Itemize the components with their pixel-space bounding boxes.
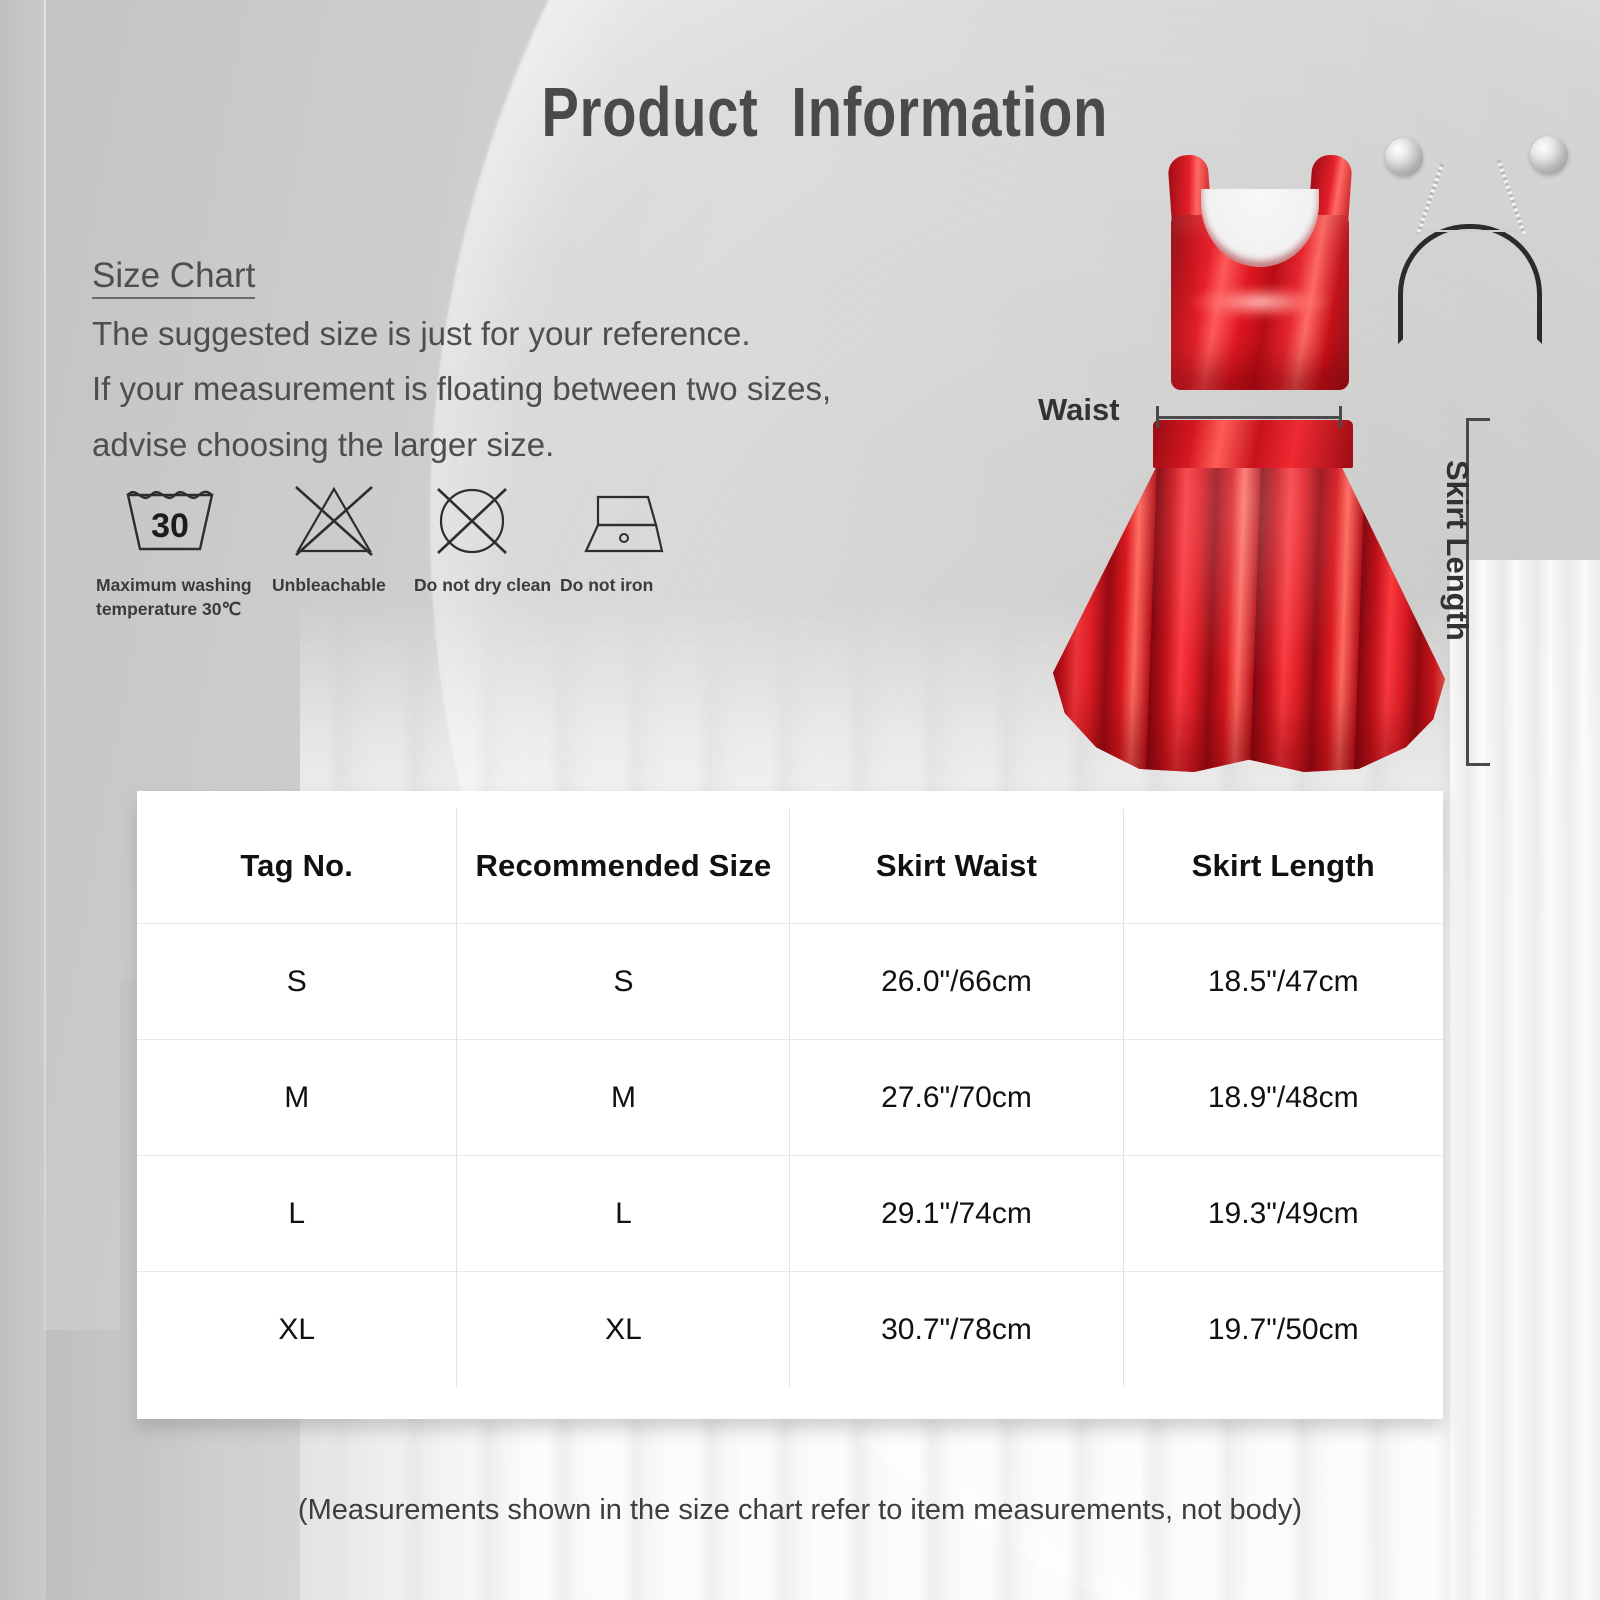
footer-note: (Measurements shown in the size chart re… (297, 1494, 1303, 1526)
headband-spring-right (1496, 159, 1526, 235)
waist-measure-bracket (1156, 406, 1342, 428)
care-instructions-row: 30 Maximum washing temperature 30℃ Unble… (96, 480, 680, 621)
care-item-bleach: Unbleachable (272, 480, 414, 598)
column-header-skirt-waist: Skirt Waist (789, 809, 1124, 924)
table-row: L L 29.1"/74cm 19.3"/49cm (137, 1155, 1443, 1272)
care-label-bleach: Unbleachable (272, 575, 386, 595)
care-label-dry-clean: Do not dry clean (414, 575, 552, 595)
headband-pearl-left (1385, 138, 1423, 176)
no-iron-icon (560, 480, 680, 562)
no-bleach-triangle-icon (272, 480, 414, 562)
wash-tub-30-icon: 30 (96, 480, 272, 562)
cell-skirt-waist: 29.1"/74cm (789, 1155, 1124, 1272)
size-chart-heading: Size Chart (92, 258, 256, 299)
cell-tag-no: M (137, 1039, 458, 1156)
care-label-iron: Do not iron (560, 575, 654, 595)
care-item-iron: Do not iron (560, 480, 680, 598)
cell-skirt-waist: 30.7"/78cm (789, 1271, 1124, 1387)
cell-skirt-waist: 26.0"/66cm (789, 923, 1124, 1040)
size-chart-note-line-3: advise choosing the larger size. (92, 425, 555, 463)
background-seam-line (44, 0, 46, 1600)
cell-recommended-size: M (456, 1039, 791, 1156)
size-chart-table-container: Tag No. Recommended Size Skirt Waist Ski… (137, 791, 1443, 1419)
size-chart-note-line-1: The suggested size is just for your refe… (92, 315, 751, 352)
headband-arc (1398, 224, 1542, 344)
waist-measure-label: Waist (1038, 392, 1120, 427)
column-header-recommended-size: Recommended Size (456, 809, 791, 924)
skirt-highlight (1053, 462, 1445, 772)
column-header-tag-no: Tag No. (137, 809, 458, 924)
cell-recommended-size: S (456, 923, 791, 1040)
skirt-length-measure-label: Skirt Length (1440, 460, 1475, 641)
cell-recommended-size: XL (456, 1271, 791, 1387)
cell-skirt-length: 18.9"/48cm (1123, 1039, 1443, 1156)
cell-recommended-size: L (456, 1155, 791, 1272)
pearl-antennae-headband (1370, 136, 1570, 344)
table-row: XL XL 30.7"/78cm 19.7"/50cm (137, 1271, 1443, 1387)
cell-skirt-length: 18.5"/47cm (1123, 923, 1443, 1040)
table-header-row: Tag No. Recommended Size Skirt Waist Ski… (137, 809, 1443, 924)
product-photo-area: Waist Skirt Length (1020, 130, 1600, 810)
cell-skirt-length: 19.7"/50cm (1123, 1271, 1443, 1387)
cell-tag-no: L (137, 1155, 458, 1272)
care-item-washing: 30 Maximum washing temperature 30℃ (96, 480, 272, 621)
skirt-length-bracket-cap-bottom (1466, 763, 1490, 766)
headband-pearl-right (1530, 136, 1568, 174)
size-chart-info-block: Size Chart The suggested size is just fo… (92, 258, 852, 465)
svg-text:30: 30 (151, 507, 189, 545)
size-chart-table: Tag No. Recommended Size Skirt Waist Ski… (137, 809, 1443, 1387)
cell-skirt-waist: 27.6"/70cm (789, 1039, 1124, 1156)
headband-spring-left (1416, 163, 1444, 235)
red-metallic-flared-skirt (1045, 420, 1445, 780)
skirt-length-bracket-cap-top (1466, 418, 1490, 421)
table-row: M M 27.6"/70cm 18.9"/48cm (137, 1039, 1443, 1156)
no-dry-clean-circle-icon (414, 480, 560, 562)
cell-tag-no: XL (137, 1271, 458, 1387)
crop-top-highlight (1189, 285, 1331, 319)
column-header-skirt-length: Skirt Length (1123, 809, 1443, 924)
size-chart-note-line-2: If your measurement is floating between … (92, 370, 832, 408)
waist-bracket-line (1156, 416, 1342, 419)
background-left-panel (0, 0, 44, 1600)
cell-tag-no: S (137, 923, 458, 1040)
table-row: S S 26.0"/66cm 18.5"/47cm (137, 923, 1443, 1040)
red-metallic-crop-top (1155, 153, 1365, 390)
care-item-dry-clean: Do not dry clean (414, 480, 560, 598)
care-label-washing: Maximum washing temperature 30℃ (96, 575, 252, 619)
cell-skirt-length: 19.3"/49cm (1123, 1155, 1443, 1272)
waist-bracket-cap-right (1339, 406, 1342, 428)
